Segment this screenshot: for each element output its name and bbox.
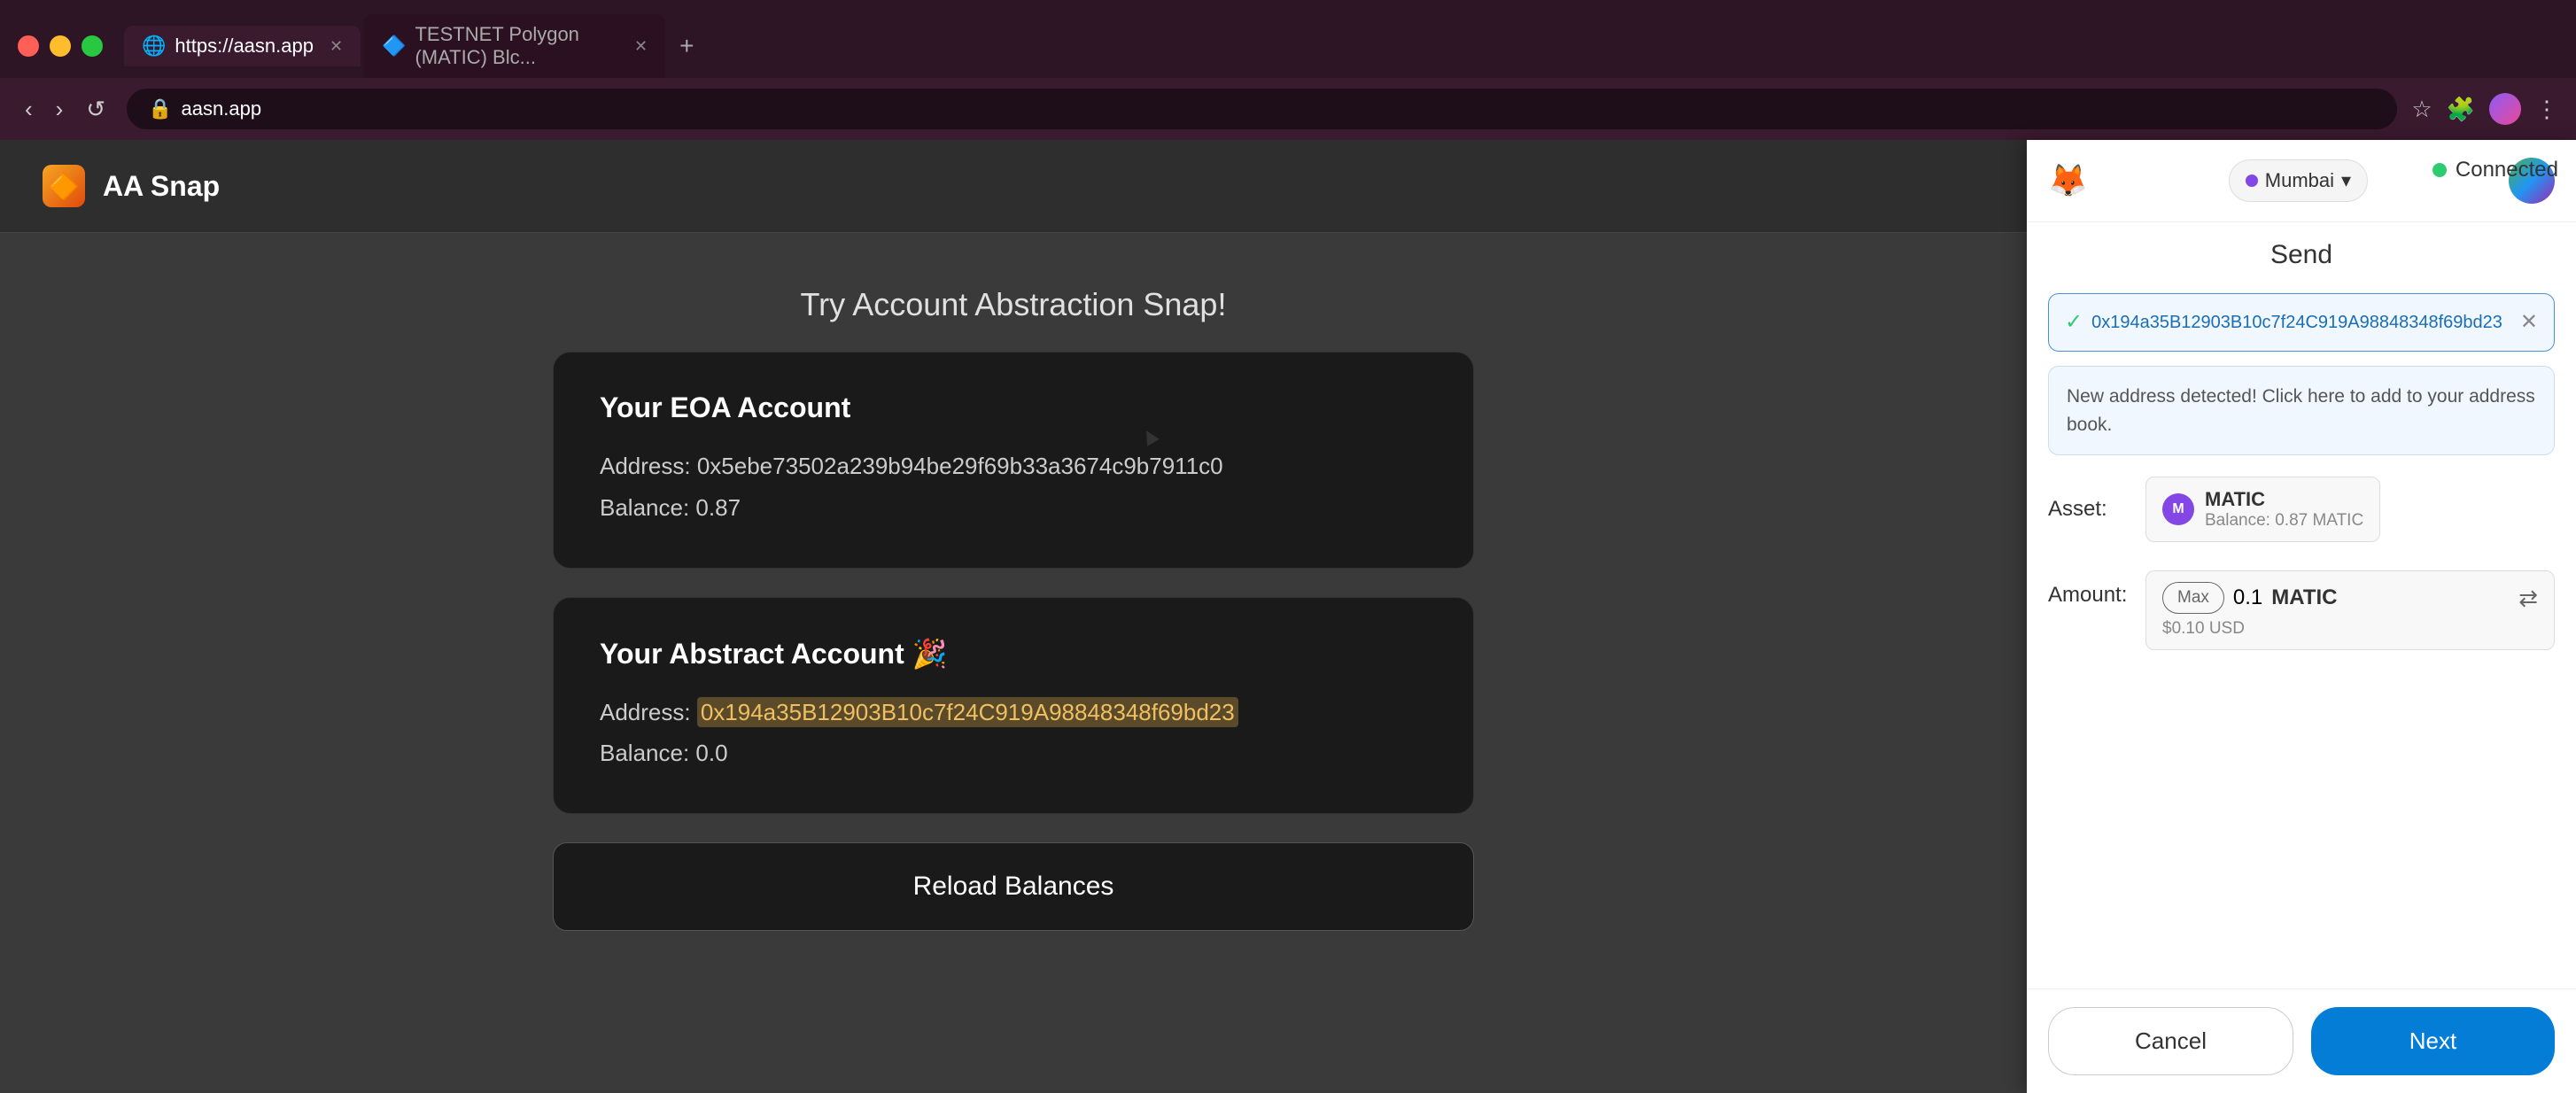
eoa-balance-value: 0.87 bbox=[695, 494, 741, 521]
connected-dot-icon bbox=[2432, 163, 2447, 177]
tab-aasn[interactable]: 🌐 https://aasn.app ✕ bbox=[124, 26, 361, 66]
maximize-window-button[interactable] bbox=[81, 35, 103, 57]
next-button[interactable]: Next bbox=[2311, 1007, 2555, 1075]
send-title: Send bbox=[2027, 222, 2576, 279]
profile-icon[interactable] bbox=[2489, 93, 2521, 125]
eoa-card-title: Your EOA Account bbox=[600, 391, 1427, 424]
metamask-logo: 🦊 bbox=[2048, 162, 2088, 199]
tab-close-icon[interactable]: ✕ bbox=[330, 37, 343, 56]
tab-favicon-2: 🔷 bbox=[382, 35, 406, 58]
asset-row: Asset: M MATIC Balance: 0.87 MATIC bbox=[2048, 469, 2555, 549]
network-dot-icon bbox=[2246, 174, 2258, 187]
chevron-down-icon: ▾ bbox=[2341, 169, 2351, 192]
tab-label-2: TESTNET Polygon (MATIC) Blc... bbox=[415, 23, 618, 69]
eoa-balance-label: Balance: bbox=[600, 494, 689, 521]
abstract-card-title: Your Abstract Account 🎉 bbox=[600, 637, 1427, 671]
amount-input-top: Max 0.1 MATIC ⇄ bbox=[2162, 582, 2538, 614]
nav-buttons: ‹ › ↺ bbox=[18, 92, 113, 127]
amount-number: 0.1 bbox=[2233, 585, 2262, 610]
app-title: AA Snap bbox=[103, 170, 220, 203]
asset-name: MATIC bbox=[2205, 488, 2363, 511]
minimize-window-button[interactable] bbox=[50, 35, 71, 57]
main-content: 🔶 AA Snap Try Account Abstraction Snap! … bbox=[0, 140, 2576, 1093]
connected-badge: Connected bbox=[2432, 158, 2558, 182]
browser-chrome: 🌐 https://aasn.app ✕ 🔷 TESTNET Polygon (… bbox=[0, 0, 2576, 140]
asset-selector[interactable]: M MATIC Balance: 0.87 MATIC bbox=[2145, 477, 2380, 542]
amount-usd: $0.10 USD bbox=[2162, 619, 2538, 639]
swap-icon[interactable]: ⇄ bbox=[2518, 585, 2538, 612]
tab-testnet[interactable]: 🔷 TESTNET Polygon (MATIC) Blc... ✕ bbox=[364, 14, 665, 78]
network-label: Mumbai bbox=[2265, 169, 2334, 192]
app-body: Try Account Abstraction Snap! Your EOA A… bbox=[0, 233, 2027, 1093]
asset-balance: Balance: 0.87 MATIC bbox=[2205, 511, 2363, 531]
eoa-address-label: Address: bbox=[600, 453, 691, 479]
eoa-balance-line: Balance: 0.87 bbox=[600, 487, 1427, 529]
eoa-card: Your EOA Account Address: 0x5ebe73502a23… bbox=[553, 352, 1474, 569]
network-selector[interactable]: Mumbai ▾ bbox=[2229, 159, 2368, 202]
abstract-balance-value: 0.0 bbox=[695, 740, 727, 766]
abstract-address-value: 0x194a35B12903B10c7f24C919A98848348f69bd… bbox=[697, 697, 1238, 727]
abstract-address-label: Address: bbox=[600, 699, 691, 725]
bookmark-icon[interactable]: ☆ bbox=[2411, 96, 2432, 123]
eoa-address-line: Address: 0x5ebe73502a239b94be29f69b33a36… bbox=[600, 446, 1427, 487]
matic-icon: M bbox=[2162, 493, 2194, 525]
abstract-balance-label: Balance: bbox=[600, 740, 689, 766]
metamask-panel: 🦊 Mumbai ▾ Connected Send ✓ 0x194a35B129… bbox=[2027, 140, 2576, 1093]
address-bar[interactable]: 🔒 aasn.app bbox=[127, 89, 2397, 129]
tab-bar: 🌐 https://aasn.app ✕ 🔷 TESTNET Polygon (… bbox=[0, 0, 2576, 78]
app-logo: 🔶 bbox=[43, 165, 85, 207]
url-text: aasn.app bbox=[182, 97, 262, 120]
tab-close-icon-2[interactable]: ✕ bbox=[634, 37, 648, 56]
traffic-lights bbox=[18, 35, 103, 57]
cancel-button[interactable]: Cancel bbox=[2048, 1007, 2293, 1075]
amount-label: Amount: bbox=[2048, 570, 2128, 608]
tab-favicon: 🌐 bbox=[142, 35, 166, 58]
extensions-icon[interactable]: 🧩 bbox=[2447, 96, 2475, 123]
forward-button[interactable]: › bbox=[49, 92, 71, 127]
logo-icon: 🔶 bbox=[49, 172, 80, 201]
clear-address-icon[interactable]: ✕ bbox=[2520, 306, 2538, 338]
eoa-address-value: 0x5ebe73502a239b94be29f69b33a3674c9b7911… bbox=[697, 453, 1223, 479]
abstract-address-line: Address: 0x194a35B12903B10c7f24C919A9884… bbox=[600, 692, 1427, 733]
abstract-balance-line: Balance: 0.0 bbox=[600, 733, 1427, 774]
recipient-address-text: 0x194a35B12903B10c7f24C919A98848348f69bd… bbox=[2091, 309, 2511, 336]
mm-header: 🦊 Mumbai ▾ Connected bbox=[2027, 140, 2576, 222]
abstract-account-info: Address: 0x194a35B12903B10c7f24C919A9884… bbox=[600, 692, 1427, 775]
connected-text: Connected bbox=[2456, 158, 2558, 182]
asset-label: Asset: bbox=[2048, 497, 2128, 522]
reload-balances-button[interactable]: Reload Balances bbox=[553, 842, 1474, 931]
max-button[interactable]: Max bbox=[2162, 582, 2224, 614]
close-window-button[interactable] bbox=[18, 35, 39, 57]
eoa-account-info: Address: 0x5ebe73502a239b94be29f69b33a36… bbox=[600, 446, 1427, 529]
asset-info: MATIC Balance: 0.87 MATIC bbox=[2205, 488, 2363, 531]
amount-value: Max 0.1 MATIC bbox=[2162, 582, 2337, 614]
amount-input-container: Max 0.1 MATIC ⇄ $0.10 USD bbox=[2145, 570, 2555, 650]
recipient-address-chip: ✓ 0x194a35B12903B10c7f24C919A98848348f69… bbox=[2048, 293, 2555, 352]
app-area: 🔶 AA Snap Try Account Abstraction Snap! … bbox=[0, 140, 2027, 1093]
abstract-card: Your Abstract Account 🎉 Address: 0x194a3… bbox=[553, 597, 1474, 815]
page-title: Try Account Abstraction Snap! bbox=[801, 286, 1227, 323]
lock-icon: 🔒 bbox=[148, 97, 172, 120]
menu-icon[interactable]: ⋮ bbox=[2535, 96, 2558, 123]
new-address-notice[interactable]: New address detected! Click here to add … bbox=[2048, 366, 2555, 455]
amount-currency: MATIC bbox=[2271, 585, 2337, 610]
browser-toolbar-icons: ☆ 🧩 ⋮ bbox=[2411, 93, 2558, 125]
app-header: 🔶 AA Snap bbox=[0, 140, 2027, 233]
mm-footer: Cancel Next bbox=[2027, 988, 2576, 1093]
new-tab-button[interactable]: + bbox=[669, 25, 704, 67]
tab-label: https://aasn.app bbox=[175, 35, 314, 58]
back-button[interactable]: ‹ bbox=[18, 92, 40, 127]
amount-row: Amount: Max 0.1 MATIC ⇄ $0.10 USD bbox=[2048, 563, 2555, 657]
mm-body: ✓ 0x194a35B12903B10c7f24C919A98848348f69… bbox=[2027, 279, 2576, 988]
reload-button[interactable]: ↺ bbox=[79, 92, 113, 127]
check-icon: ✓ bbox=[2065, 306, 2083, 338]
address-bar-row: ‹ › ↺ 🔒 aasn.app ☆ 🧩 ⋮ bbox=[0, 78, 2576, 140]
